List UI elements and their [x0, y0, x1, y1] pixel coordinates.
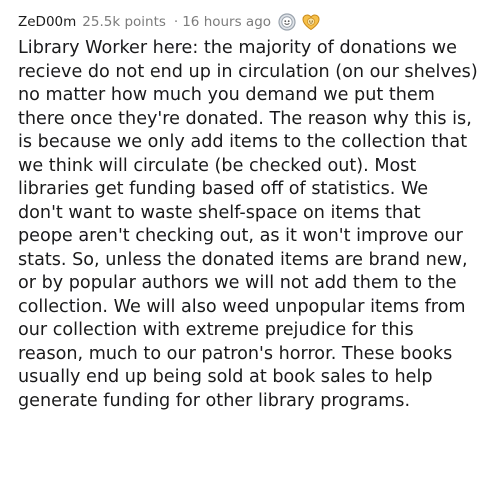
comment-line: don't want to waste shelf-space on items…	[18, 202, 421, 223]
comment-line: no matter how much you demand we put the…	[18, 85, 435, 105]
comment-line: recieve do not end up in circulation (on…	[18, 61, 478, 82]
comment-line: Library Worker here: the majority of don…	[18, 38, 458, 58]
timestamp[interactable]: 16 hours ago	[182, 14, 271, 30]
comment-line: or by popular authors we will not add th…	[18, 273, 457, 293]
comment-line: collection. We will also weed unpopular …	[18, 296, 466, 317]
comment-line: peope aren't checking out, as it won't i…	[18, 226, 463, 246]
username-link[interactable]: ZeD00m	[18, 14, 76, 30]
comment-line: stats. So, unless the donated items are …	[18, 249, 468, 270]
comment-body: Library Worker here: the majority of don…	[18, 37, 484, 413]
comment-meta: ZeD00m 25.5k points · 16 hours ago	[18, 10, 484, 34]
comment-line: usually end up being sold at book sales …	[18, 367, 433, 387]
comment-line: generate funding for other library progr…	[18, 390, 411, 411]
comment-line: there once they're donated. The reason w…	[18, 108, 472, 129]
comment: ZeD00m 25.5k points · 16 hours ago Libra…	[18, 10, 484, 413]
silver-award-icon[interactable]	[277, 12, 297, 32]
comment-line: our collection with extreme prejudice fo…	[18, 320, 414, 340]
wholesome-award-icon[interactable]	[301, 12, 321, 32]
comment-line: is because we only add items to the coll…	[18, 132, 468, 152]
comment-line: libraries get funding based off of stati…	[18, 179, 429, 199]
separator-dot: ·	[173, 14, 179, 30]
comment-line: reason, much to our patron's horror. The…	[18, 343, 453, 364]
comment-line: we think will circulate (be checked out)…	[18, 155, 417, 176]
points-count: 25.5k points	[82, 14, 166, 30]
